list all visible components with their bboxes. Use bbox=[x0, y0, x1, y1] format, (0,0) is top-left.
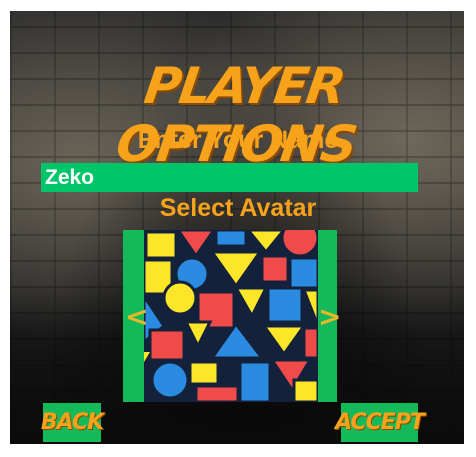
avatar-image[interactable] bbox=[144, 230, 318, 402]
chevron-right-icon[interactable]: > bbox=[318, 300, 341, 333]
avatar-pattern-icon bbox=[144, 230, 318, 402]
accept-button[interactable]: ACCEPT bbox=[335, 403, 425, 442]
chevron-left-icon[interactable]: < bbox=[125, 300, 148, 333]
back-button[interactable]: BACK bbox=[41, 403, 104, 442]
page-title: PLAYER OPTIONS bbox=[112, 57, 360, 173]
avatar-label: Select Avatar bbox=[159, 194, 317, 222]
name-label: Enter Your Name bbox=[137, 126, 339, 154]
player-name-input[interactable] bbox=[41, 163, 418, 192]
